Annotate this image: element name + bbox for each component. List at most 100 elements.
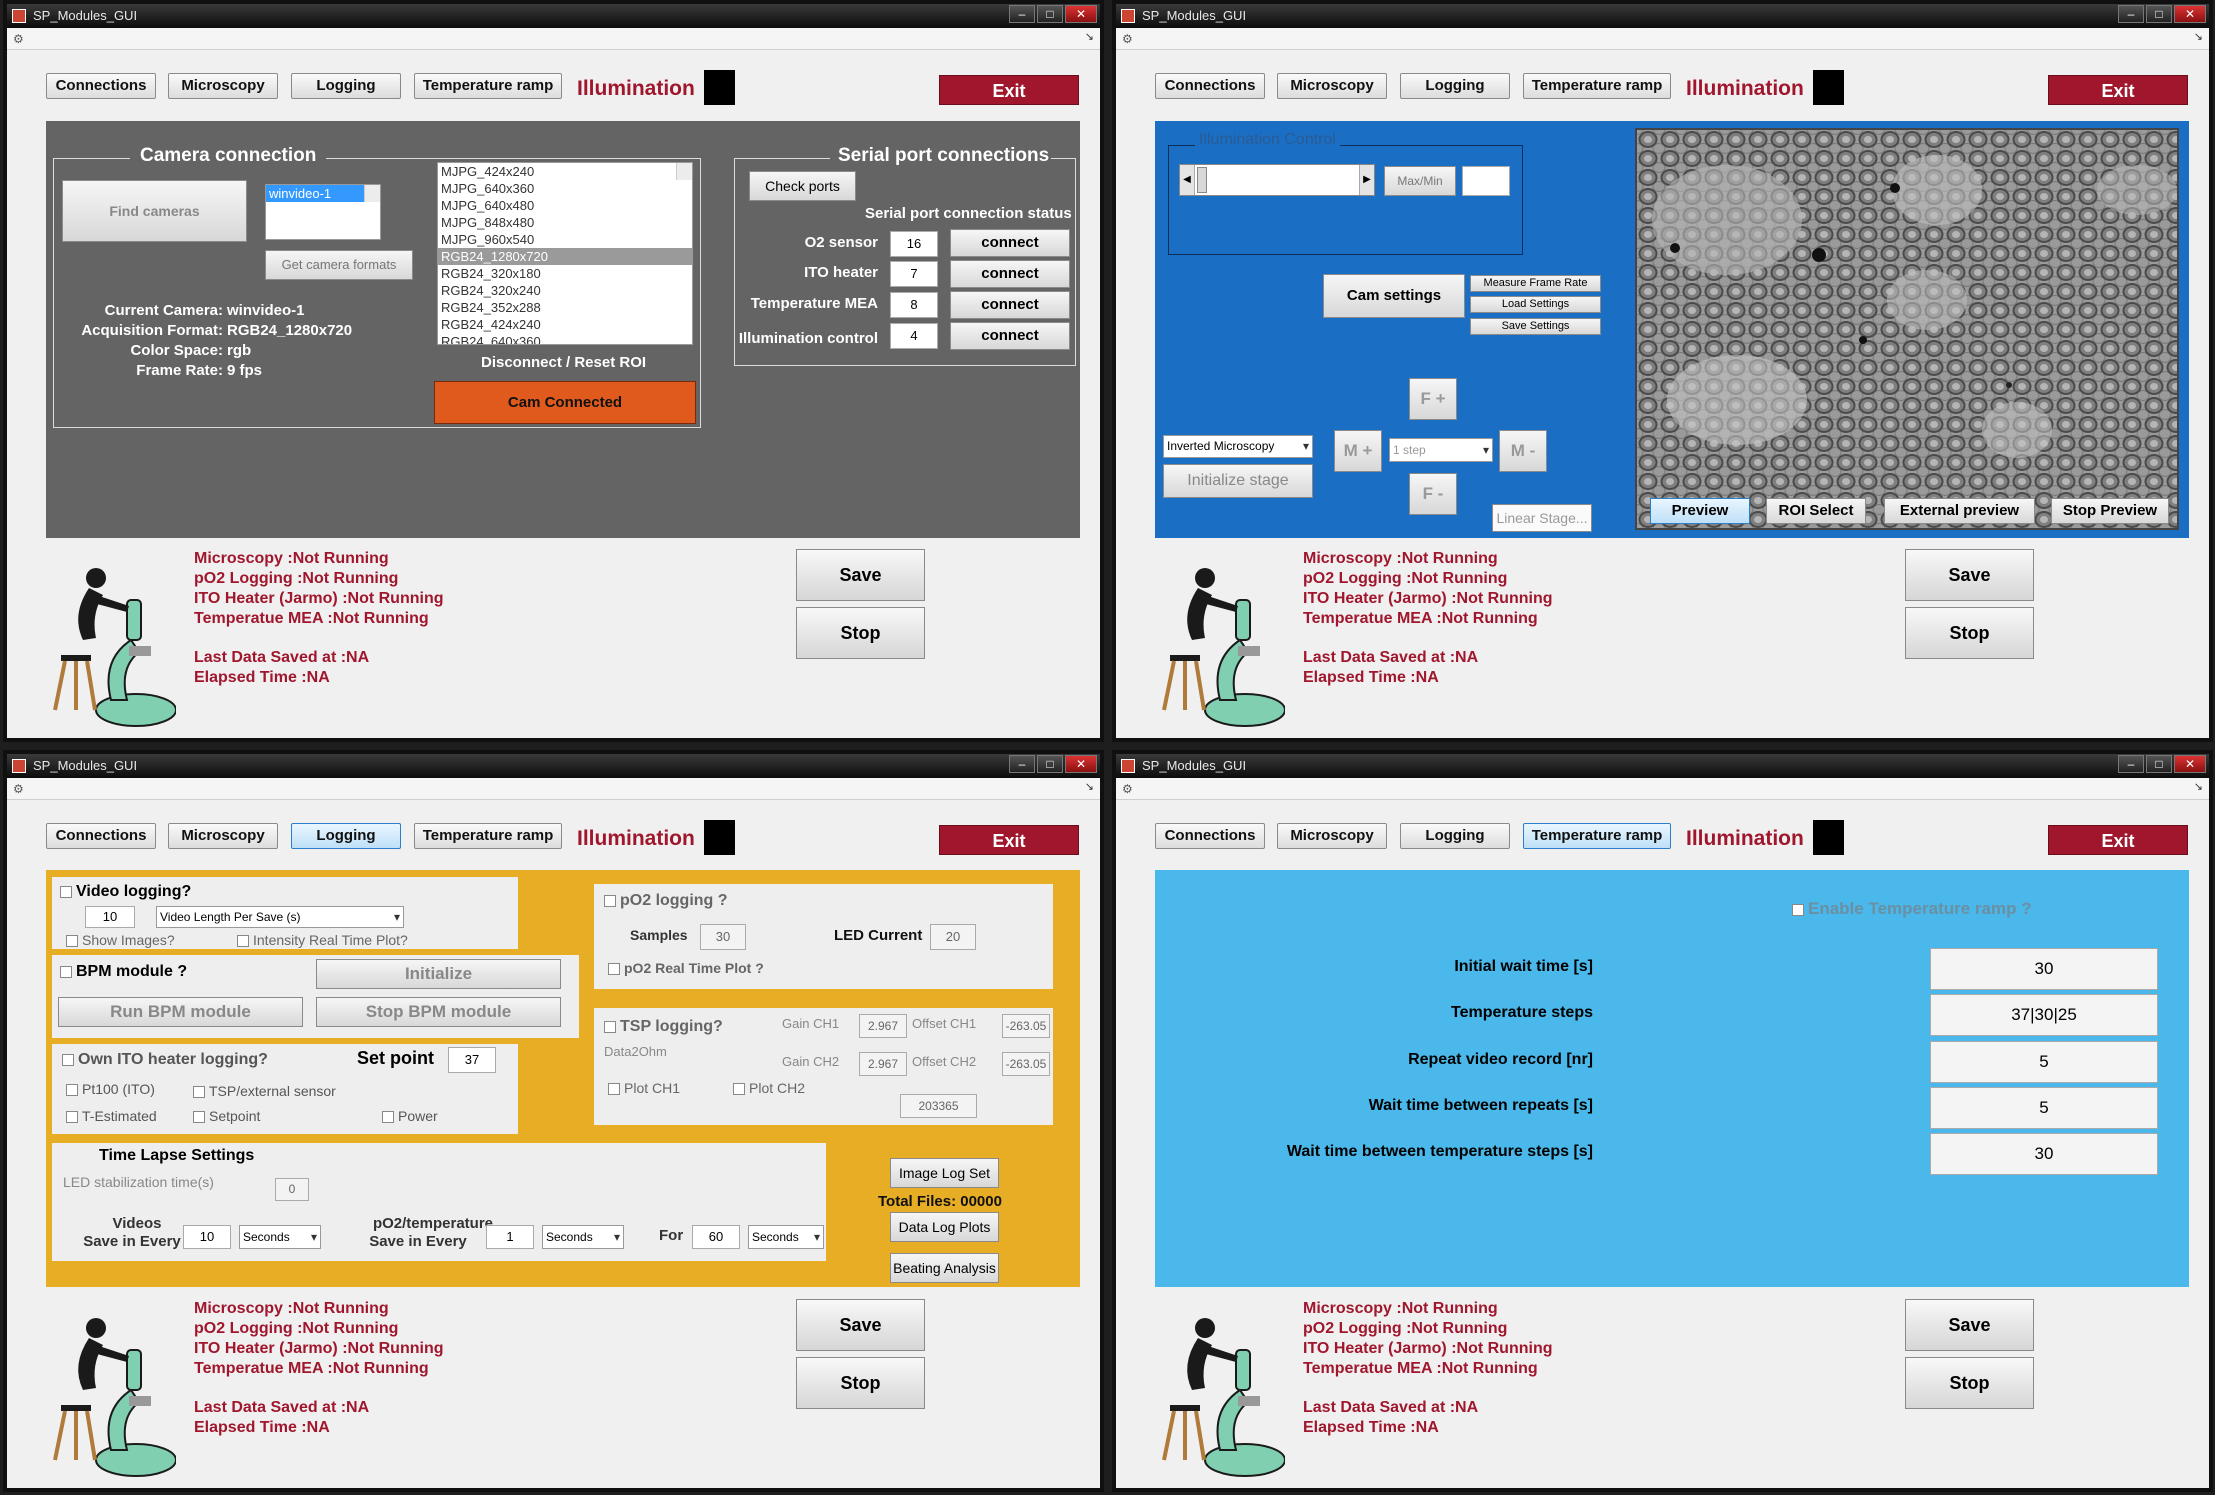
checkbox-icon[interactable] — [382, 1111, 394, 1124]
samples-input[interactable]: 30 — [700, 924, 746, 950]
format-item[interactable]: MJPG_640x360 — [438, 180, 692, 197]
connect-button-mea[interactable]: connect — [950, 291, 1070, 319]
get-camera-formats-button[interactable]: Get camera formats — [265, 250, 413, 280]
stop-button[interactable]: Stop — [1905, 607, 2034, 659]
tab-connections[interactable]: Connections — [46, 73, 156, 99]
stop-button[interactable]: Stop — [796, 607, 925, 659]
toolbar-icon[interactable]: ⚙ — [1122, 32, 1133, 46]
toolbar-icon[interactable]: ⚙ — [13, 782, 24, 796]
video-logging-checkbox[interactable]: Video logging? — [60, 883, 191, 901]
toolbar-icon[interactable]: ⚙ — [1122, 782, 1133, 796]
slider-right-icon[interactable]: ▶ — [1359, 165, 1374, 195]
toolbar-arrow-icon[interactable]: ↘ — [2194, 30, 2203, 43]
connect-button-illumination[interactable]: connect — [950, 322, 1070, 350]
illumination-indicator[interactable] — [704, 70, 735, 105]
tab-temperature-ramp[interactable]: Temperature ramp — [1523, 823, 1671, 849]
formats-list[interactable]: MJPG_424x240 MJPG_640x360 MJPG_640x480 M… — [437, 162, 693, 345]
checkbox-icon[interactable] — [1792, 903, 1804, 916]
maximize-icon[interactable]: □ — [1037, 5, 1063, 23]
port-input-o2[interactable]: 16 — [890, 231, 938, 257]
initialize-stage-button[interactable]: Initialize stage — [1163, 464, 1313, 498]
close-icon[interactable]: ✕ — [2174, 755, 2206, 773]
camera-list-scrollbar[interactable] — [364, 185, 380, 202]
initialize-button[interactable]: Initialize — [316, 959, 561, 989]
format-item[interactable]: RGB24_424x240 — [438, 316, 692, 333]
led-current-input[interactable]: 20 — [930, 924, 976, 950]
illumination-indicator[interactable] — [1813, 70, 1844, 105]
stop-preview-button[interactable]: Stop Preview — [2051, 498, 2169, 524]
step-select[interactable]: 1 step — [1389, 438, 1493, 462]
maximize-icon[interactable]: □ — [1037, 755, 1063, 773]
setpoint-checkbox[interactable]: Setpoint — [193, 1108, 260, 1124]
tab-temperature-ramp[interactable]: Temperature ramp — [414, 823, 562, 849]
tab-connections[interactable]: Connections — [46, 823, 156, 849]
po2temp-unit-select[interactable]: Seconds — [542, 1225, 624, 1249]
disconnect-reset-roi-link[interactable]: Disconnect / Reset ROI — [481, 354, 646, 371]
plot-ch1-checkbox[interactable]: Plot CH1 — [608, 1080, 680, 1096]
camera-list-item[interactable]: winvideo-1 — [266, 185, 380, 202]
gain-ch2-input[interactable]: 2.967 — [859, 1052, 907, 1076]
maximize-icon[interactable]: □ — [2146, 5, 2172, 23]
tab-connections[interactable]: Connections — [1155, 823, 1265, 849]
toolbar-arrow-icon[interactable]: ↘ — [2194, 780, 2203, 793]
initial-wait-input[interactable]: 30 — [1930, 948, 2158, 990]
tab-connections[interactable]: Connections — [1155, 73, 1265, 99]
run-bpm-button[interactable]: Run BPM module — [58, 997, 303, 1027]
toolbar-arrow-icon[interactable]: ↘ — [1085, 780, 1094, 793]
save-button[interactable]: Save — [796, 1299, 925, 1351]
minimize-icon[interactable]: – — [1009, 755, 1035, 773]
format-item[interactable]: MJPG_960x540 — [438, 231, 692, 248]
tab-logging[interactable]: Logging — [1400, 73, 1510, 99]
led-stabilization-input[interactable]: 0 — [275, 1178, 309, 1201]
checkbox-icon[interactable] — [60, 965, 72, 978]
tab-temperature-ramp[interactable]: Temperature ramp — [414, 73, 562, 99]
tab-logging[interactable]: Logging — [291, 73, 401, 99]
tsp-external-checkbox[interactable]: TSP/external sensor — [193, 1083, 336, 1099]
checkbox-icon[interactable] — [193, 1086, 205, 1099]
for-input[interactable]: 60 — [692, 1225, 740, 1249]
save-button[interactable]: Save — [1905, 549, 2034, 601]
tab-temperature-ramp[interactable]: Temperature ramp — [1523, 73, 1671, 99]
format-item[interactable]: MJPG_848x480 — [438, 214, 692, 231]
formats-scrollbar[interactable] — [676, 163, 692, 180]
roi-select-button[interactable]: ROI Select — [1766, 498, 1866, 524]
set-point-input[interactable]: 37 — [448, 1047, 496, 1073]
measure-frame-rate-button[interactable]: Measure Frame Rate — [1470, 275, 1601, 292]
focus-up-button[interactable]: F + — [1409, 378, 1457, 420]
plot-ch2-checkbox[interactable]: Plot CH2 — [733, 1080, 805, 1096]
maximize-icon[interactable]: □ — [2146, 755, 2172, 773]
bpm-module-checkbox[interactable]: BPM module ? — [60, 963, 187, 981]
data-log-plots-button[interactable]: Data Log Plots — [890, 1212, 999, 1242]
format-item[interactable]: RGB24_352x288 — [438, 299, 692, 316]
format-item[interactable]: RGB24_320x240 — [438, 282, 692, 299]
close-icon[interactable]: ✕ — [1065, 755, 1097, 773]
videos-unit-select[interactable]: Seconds — [239, 1225, 321, 1249]
po2-realtime-checkbox[interactable]: pO2 Real Time Plot ? — [608, 960, 764, 976]
load-settings-button[interactable]: Load Settings — [1470, 296, 1601, 313]
connect-button-o2[interactable]: connect — [950, 229, 1070, 257]
format-item[interactable]: MJPG_424x240 — [438, 163, 692, 180]
port-input-ito[interactable]: 7 — [890, 261, 938, 287]
tab-microscopy[interactable]: Microscopy — [168, 823, 278, 849]
toolbar-icon[interactable]: ⚙ — [13, 32, 24, 46]
offset-ch1-input[interactable]: -263.05 — [1002, 1014, 1050, 1038]
power-checkbox[interactable]: Power — [382, 1108, 438, 1124]
cam-settings-button[interactable]: Cam settings — [1323, 274, 1465, 318]
checkbox-icon[interactable] — [608, 1083, 620, 1096]
offset-ch2-input[interactable]: -263.05 — [1002, 1052, 1050, 1076]
illumination-indicator[interactable] — [704, 820, 735, 855]
exit-button[interactable]: Exit — [2048, 825, 2188, 855]
own-ito-checkbox[interactable]: Own ITO heater logging? — [62, 1051, 268, 1069]
exit-button[interactable]: Exit — [939, 825, 1079, 855]
minimize-icon[interactable]: – — [1009, 5, 1035, 23]
wait-between-repeats-input[interactable]: 5 — [1930, 1087, 2158, 1129]
tab-microscopy[interactable]: Microscopy — [168, 73, 278, 99]
enable-temperature-ramp-checkbox[interactable]: Enable Temperature ramp ? — [1792, 899, 2032, 919]
checkbox-icon[interactable] — [66, 1111, 78, 1124]
wait-between-steps-input[interactable]: 30 — [1930, 1133, 2158, 1175]
temperature-steps-input[interactable]: 37|30|25 — [1930, 994, 2158, 1036]
format-item[interactable]: RGB24_640x360 — [438, 333, 692, 344]
po2-logging-checkbox[interactable]: pO2 logging ? — [604, 892, 728, 910]
checkbox-icon[interactable] — [66, 1084, 78, 1097]
minimize-icon[interactable]: – — [2118, 5, 2144, 23]
